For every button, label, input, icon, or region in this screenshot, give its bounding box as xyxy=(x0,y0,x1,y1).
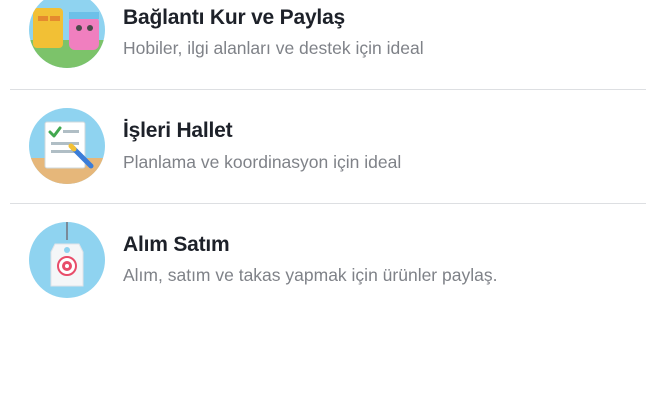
item-title: Alım Satım xyxy=(123,233,230,256)
item-subtitle: Alım, satım ve takas yapmak için ürünler… xyxy=(123,265,498,285)
list-item-connect-share[interactable]: Bağlantı Kur ve Paylaş Hobiler, ilgi ala… xyxy=(0,0,646,88)
price-tag-icon xyxy=(29,222,105,298)
checklist-icon xyxy=(29,108,105,184)
item-subtitle: Hobiler, ilgi alanları ve destek için id… xyxy=(123,38,424,58)
item-subtitle: Planlama ve koordinasyon için ideal xyxy=(123,152,402,172)
connect-share-icon xyxy=(29,0,105,68)
item-title: İşleri Hallet xyxy=(123,119,233,142)
list-item-get-things-done[interactable]: İşleri Hallet Planlama ve koordinasyon i… xyxy=(0,90,646,200)
list-item-buy-sell[interactable]: Alım Satım Alım, satım ve takas yapmak i… xyxy=(0,204,646,314)
item-title: Bağlantı Kur ve Paylaş xyxy=(123,6,346,29)
